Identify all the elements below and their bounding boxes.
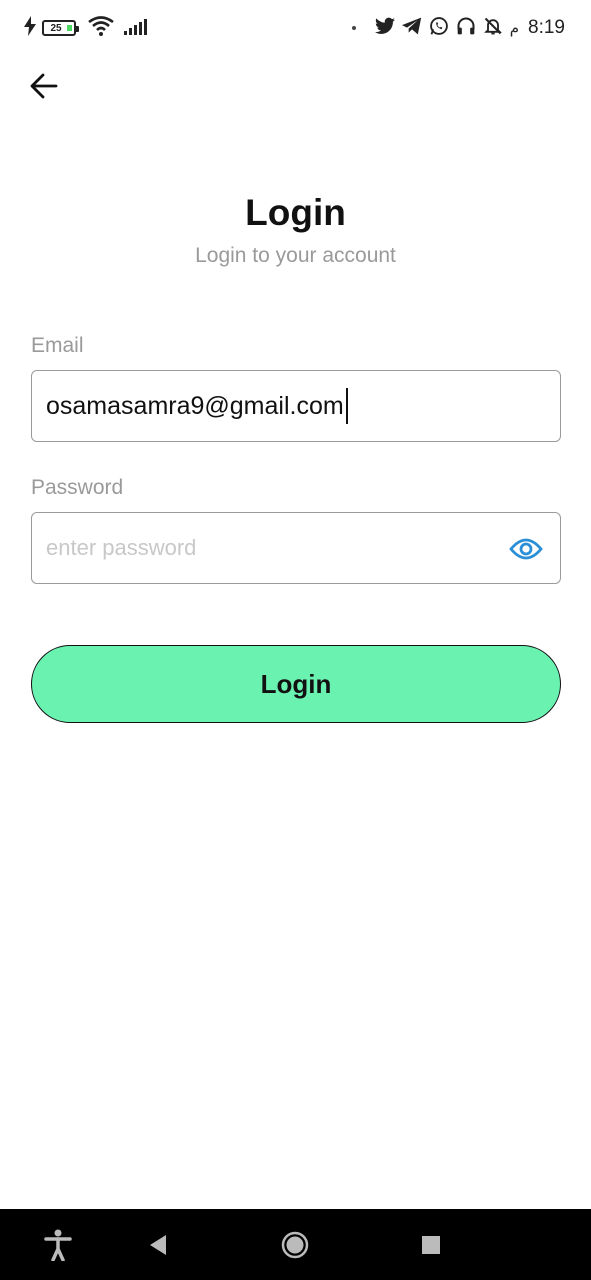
nav-back-button[interactable] — [140, 1227, 176, 1263]
accessibility-icon — [44, 1229, 72, 1261]
back-button[interactable] — [24, 66, 64, 106]
password-placeholder: enter password — [46, 535, 197, 560]
arrow-left-icon — [30, 73, 58, 99]
page-title: Login — [245, 192, 346, 233]
bell-muted-icon — [483, 16, 503, 41]
square-recents-icon — [422, 1236, 440, 1254]
status-bar-left: 25 — [24, 14, 152, 42]
signal-icon — [124, 17, 152, 40]
accessibility-button[interactable] — [40, 1227, 76, 1263]
login-screen: 25 م 8:19 Login Login to your account Em… — [0, 0, 591, 1280]
text-cursor — [345, 388, 348, 424]
password-field[interactable]: enter password — [31, 512, 561, 584]
nav-recents-button[interactable] — [413, 1227, 449, 1263]
triangle-back-icon — [150, 1235, 166, 1255]
wifi-icon — [88, 15, 114, 41]
battery-icon: 25 — [42, 20, 79, 36]
email-value: osamasamra9@gmail.com — [46, 391, 344, 420]
circle-home-icon — [281, 1231, 309, 1259]
status-bar: 25 م 8:19 — [0, 0, 591, 56]
telegram-icon — [401, 17, 422, 40]
eye-icon — [509, 538, 543, 560]
notification-dot-icon — [351, 26, 356, 30]
headphones-icon — [456, 16, 476, 41]
charging-icon — [24, 15, 36, 41]
login-button[interactable]: Login — [31, 645, 561, 723]
status-bar-right: م 8:19 — [351, 14, 565, 42]
page-subtitle: Login to your account — [195, 244, 396, 267]
whatsapp-icon — [429, 16, 449, 41]
nav-home-button[interactable] — [277, 1227, 313, 1263]
system-nav-bar — [0, 1209, 591, 1280]
battery-level: 25 — [50, 22, 62, 34]
email-label: Email — [31, 334, 84, 357]
twitter-icon — [374, 17, 395, 40]
am-pm-indicator: م — [509, 20, 520, 37]
email-field[interactable]: osamasamra9@gmail.com — [31, 370, 561, 442]
show-password-button[interactable] — [508, 531, 544, 567]
password-label: Password — [31, 476, 124, 499]
status-time: 8:19 — [528, 17, 565, 38]
